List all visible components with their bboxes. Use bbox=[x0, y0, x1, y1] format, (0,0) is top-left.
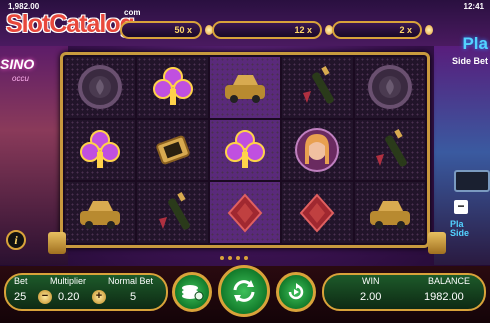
multiplier-minus-button[interactable]: − bbox=[38, 290, 52, 304]
diamond-icon bbox=[227, 193, 263, 233]
bet-label: Bet bbox=[14, 276, 28, 286]
reel-cell bbox=[209, 119, 281, 181]
coins-icon bbox=[182, 285, 204, 301]
champagne-icon bbox=[158, 191, 190, 230]
reel-cell bbox=[65, 57, 136, 118]
reel-cell bbox=[209, 57, 281, 118]
multiplier-light bbox=[425, 25, 433, 35]
normal-bet-label: Normal Bet bbox=[108, 276, 154, 286]
bet-value: 25 bbox=[14, 291, 27, 303]
reel-cell bbox=[137, 182, 208, 243]
car-icon bbox=[80, 200, 121, 229]
win-value: 2.00 bbox=[360, 291, 382, 303]
normal-bet-value: 5 bbox=[130, 291, 137, 303]
multiplier-label: Multiplier bbox=[50, 276, 87, 286]
reel-cell bbox=[354, 57, 425, 118]
balance-value: 1982.00 bbox=[424, 291, 464, 303]
multiplier-plus-button[interactable]: + bbox=[92, 290, 106, 304]
info-button[interactable]: i bbox=[6, 230, 26, 250]
side-bet-panel bbox=[454, 170, 490, 192]
reel-cell bbox=[354, 119, 425, 181]
champagne-icon bbox=[303, 66, 335, 104]
diamond-icon bbox=[300, 193, 335, 233]
reel-cell bbox=[282, 182, 353, 243]
watermark-logo-com: com bbox=[124, 8, 141, 17]
multiplier-box-2: 12 x bbox=[212, 21, 322, 39]
watch-icon bbox=[155, 135, 190, 165]
club-icon bbox=[152, 67, 193, 106]
left-side-handle bbox=[48, 232, 66, 254]
coins-bet-button[interactable] bbox=[172, 272, 212, 312]
page-dot bbox=[236, 256, 240, 260]
multiplier-value: 0.20 bbox=[58, 291, 80, 303]
club-icon bbox=[224, 129, 265, 168]
balance-label: BALANCE bbox=[428, 276, 471, 286]
side-bet-minus-button[interactable]: − bbox=[454, 200, 468, 214]
champagne-icon bbox=[375, 129, 407, 167]
car-icon bbox=[369, 200, 410, 229]
multiplier-box-3: 2 x bbox=[332, 21, 422, 39]
watermark-logo: SlotCatalog bbox=[6, 10, 135, 38]
reel-grid bbox=[65, 57, 425, 243]
game-logo-sub: occu bbox=[12, 74, 29, 83]
page-dot bbox=[228, 256, 232, 260]
lady-icon bbox=[295, 127, 340, 172]
multiplier-box-1: 50 x bbox=[120, 21, 202, 39]
chip-icon bbox=[367, 65, 412, 110]
spin-icon bbox=[233, 280, 255, 302]
reel-cell bbox=[354, 182, 425, 243]
game-logo: SINO bbox=[0, 56, 35, 72]
side-bet-label[interactable]: Side Bet bbox=[452, 56, 488, 66]
reel-cell bbox=[65, 182, 136, 243]
reel-cell bbox=[137, 119, 208, 181]
play-side-bet-title[interactable]: Pla bbox=[462, 34, 488, 54]
page-dot bbox=[244, 256, 248, 260]
chip-icon bbox=[78, 65, 123, 110]
win-label: WIN bbox=[362, 276, 380, 286]
spin-button[interactable] bbox=[218, 265, 270, 317]
car-icon bbox=[224, 75, 265, 104]
right-side-handle bbox=[428, 232, 446, 254]
club-icon bbox=[80, 129, 121, 168]
reel-cell bbox=[209, 182, 281, 243]
reel-cell bbox=[282, 57, 353, 118]
reel-cell bbox=[65, 119, 136, 181]
reel-cell bbox=[137, 57, 208, 118]
autoplay-icon bbox=[288, 283, 304, 300]
autoplay-button[interactable] bbox=[276, 272, 316, 312]
clock: 12:41 bbox=[463, 2, 484, 11]
page-indicator bbox=[220, 256, 248, 260]
reels-frame bbox=[60, 52, 430, 248]
page-dot bbox=[220, 256, 224, 260]
play-side-bet-button[interactable]: Pla Side bbox=[450, 220, 490, 238]
reel-cell bbox=[282, 119, 353, 181]
